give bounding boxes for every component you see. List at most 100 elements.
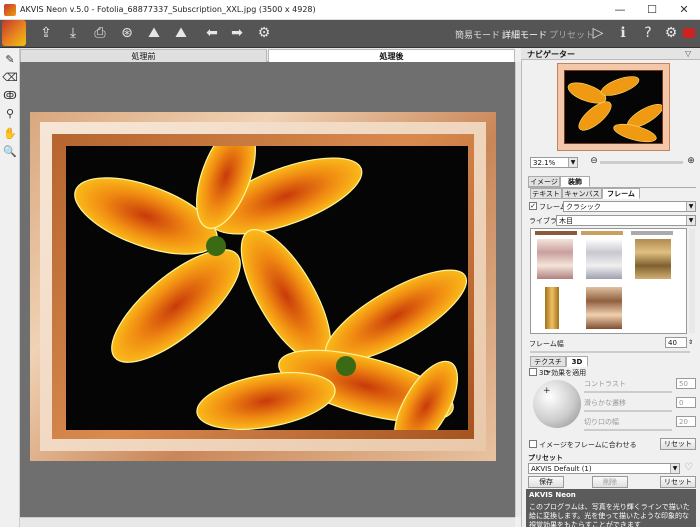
- chevron-down-icon: ▼: [568, 158, 577, 167]
- delete-preset-button[interactable]: 削除: [592, 476, 628, 488]
- undo-icon[interactable]: ⬅: [201, 22, 223, 44]
- contrast-input[interactable]: 50: [676, 378, 696, 389]
- contrast-label: コントラスト: [584, 380, 626, 388]
- frame-swatch[interactable]: [537, 239, 573, 279]
- share-icon[interactable]: ⊛: [116, 22, 138, 44]
- favorite-heart-icon[interactable]: ♡: [684, 462, 693, 473]
- print-icon[interactable]: ⎙: [89, 22, 111, 44]
- main-toolbar: ⇪ ⤓ ⎙ ⊛ ⛰ ⛰ ⬅ ➡ ⚙ 簡易モード 詳細モード プリセット ▷ ℹ …: [0, 20, 700, 48]
- lily-image: [74, 146, 468, 430]
- app-logo-icon: [2, 20, 26, 46]
- horizontal-scrollbar[interactable]: [20, 517, 515, 527]
- tab-canvas[interactable]: キャンバス: [562, 188, 602, 199]
- close-button[interactable]: ✕: [668, 0, 700, 20]
- frame-swatch[interactable]: [635, 239, 671, 279]
- frame-swatch[interactable]: [631, 231, 673, 235]
- advanced-mode-button[interactable]: 詳細モード: [502, 28, 547, 41]
- tab-texture[interactable]: テクスチャ: [530, 356, 566, 376]
- run-icon[interactable]: ▷: [587, 22, 609, 44]
- batch-icon[interactable]: ⛰: [143, 22, 165, 44]
- tab-decoration[interactable]: 装飾: [560, 176, 590, 187]
- chevron-down-icon: ▼: [686, 216, 695, 225]
- contrast-slider[interactable]: [584, 391, 672, 393]
- collapse-icon[interactable]: ▽: [685, 49, 691, 58]
- tab-text[interactable]: テキスト: [530, 188, 562, 199]
- frame-swatch[interactable]: [545, 287, 559, 329]
- tab-frame[interactable]: フレーム: [602, 188, 640, 199]
- zoom-icon[interactable]: 🔍: [2, 144, 18, 160]
- frame-swatch[interactable]: [581, 231, 623, 235]
- zoom-in-button[interactable]: ⊕: [686, 156, 696, 167]
- preset-select[interactable]: AKVIS Default (1) ▼: [528, 463, 680, 474]
- frame-style-value: クラシック: [566, 203, 601, 211]
- cut-width-slider[interactable]: [584, 429, 672, 431]
- smooth-transition-input[interactable]: 0: [676, 397, 696, 408]
- info-title: AKVIS Neon: [529, 491, 576, 499]
- window-title: AKVIS Neon v.5.0 - Fotolia_68877337_Subs…: [20, 5, 316, 14]
- cut-width-label: 切り口の幅: [584, 418, 619, 426]
- lasso-icon[interactable]: ↂ: [2, 88, 18, 104]
- frame-swatch[interactable]: [535, 231, 577, 235]
- record-icon[interactable]: [683, 28, 695, 38]
- frame-checkbox[interactable]: ✓: [529, 202, 537, 210]
- frame-width-input[interactable]: 40: [665, 337, 687, 348]
- navigator-title: ナビゲーター: [527, 50, 575, 59]
- chevron-down-icon: ▼: [686, 202, 695, 211]
- minimize-button[interactable]: —: [604, 0, 636, 20]
- tab-image[interactable]: イメージ: [528, 176, 560, 187]
- frame-swatch[interactable]: [586, 287, 622, 329]
- save-preset-button[interactable]: 保存: [528, 476, 564, 488]
- plugin-icon[interactable]: ⛰: [170, 22, 192, 44]
- reset-preset-button[interactable]: リセット: [660, 476, 696, 488]
- reset-button[interactable]: リセット: [660, 438, 696, 450]
- apply-3d-checkbox[interactable]: [529, 368, 537, 376]
- frame-swatch[interactable]: [586, 239, 622, 279]
- fit-image-checkbox[interactable]: [529, 440, 537, 448]
- zoom-select[interactable]: 32.1% ▼: [530, 157, 578, 168]
- chevron-down-icon: ▼: [670, 464, 679, 473]
- title-bar: AKVIS Neon v.5.0 - Fotolia_68877337_Subs…: [0, 0, 700, 20]
- frame-library-list[interactable]: [530, 228, 695, 334]
- redo-icon[interactable]: ➡: [226, 22, 248, 44]
- library-scrollbar[interactable]: [689, 229, 695, 333]
- info-panel: AKVIS Neon このプログラムは、写真を光り輝くラインで描いた絵に変換しま…: [526, 489, 696, 527]
- open-icon[interactable]: ⇪: [35, 22, 57, 44]
- tab-after[interactable]: 処理後: [268, 49, 515, 62]
- frame-width-label: フレーム幅: [529, 340, 564, 348]
- width-spin-icon[interactable]: ⇕: [688, 337, 696, 348]
- cut-width-input[interactable]: 20: [676, 416, 696, 427]
- info-text: このプログラムは、写真を光り輝くラインで描いた絵に変換します。光を使って描いたよ…: [529, 503, 690, 527]
- navigator-image: [567, 76, 662, 143]
- hand-icon[interactable]: ✋: [2, 126, 18, 142]
- lily-photo[interactable]: [66, 146, 468, 430]
- tab-3d[interactable]: 3D: [566, 356, 588, 367]
- light-direction-sphere[interactable]: [533, 380, 581, 428]
- frame-width-slider[interactable]: [530, 351, 690, 353]
- preset-value: AKVIS Default (1): [531, 465, 592, 473]
- presets-title: プリセット: [528, 454, 563, 462]
- zoom-value: 32.1%: [533, 159, 556, 167]
- zoom-out-button[interactable]: ⊖: [589, 156, 599, 167]
- library-value: 木目: [559, 217, 573, 225]
- preferences-gear-icon[interactable]: ⚙: [660, 22, 682, 44]
- frame-style-select[interactable]: クラシック ▼: [563, 201, 696, 212]
- settings-gear-icon[interactable]: ⚙: [253, 22, 275, 44]
- tab-before[interactable]: 処理前: [20, 49, 267, 62]
- library-select[interactable]: 木目 ▼: [556, 215, 696, 226]
- zoom-slider[interactable]: [600, 161, 683, 164]
- info-icon[interactable]: ℹ: [612, 22, 634, 44]
- simple-mode-button[interactable]: 簡易モード: [455, 28, 500, 41]
- smooth-transition-slider[interactable]: [584, 410, 672, 412]
- brush-icon[interactable]: ✎: [2, 52, 18, 68]
- light-source-icon[interactable]: +: [543, 386, 551, 396]
- eraser-icon[interactable]: ⌫: [2, 70, 18, 86]
- view-tabs: 処理前 処理後: [20, 48, 515, 62]
- help-icon[interactable]: ?: [637, 22, 659, 44]
- dropper-icon[interactable]: ⚲: [2, 106, 18, 122]
- left-toolbar: ✎ ⌫ ↂ ⚲ ✋ 🔍: [0, 48, 20, 527]
- navigator-thumbnail[interactable]: [564, 70, 663, 144]
- save-icon[interactable]: ⤓: [62, 22, 84, 44]
- smooth-transition-label: 滑らかな遷移: [584, 399, 626, 407]
- fit-image-label: イメージをフレームに合わせる: [539, 441, 637, 449]
- maximize-button[interactable]: ☐: [636, 0, 668, 20]
